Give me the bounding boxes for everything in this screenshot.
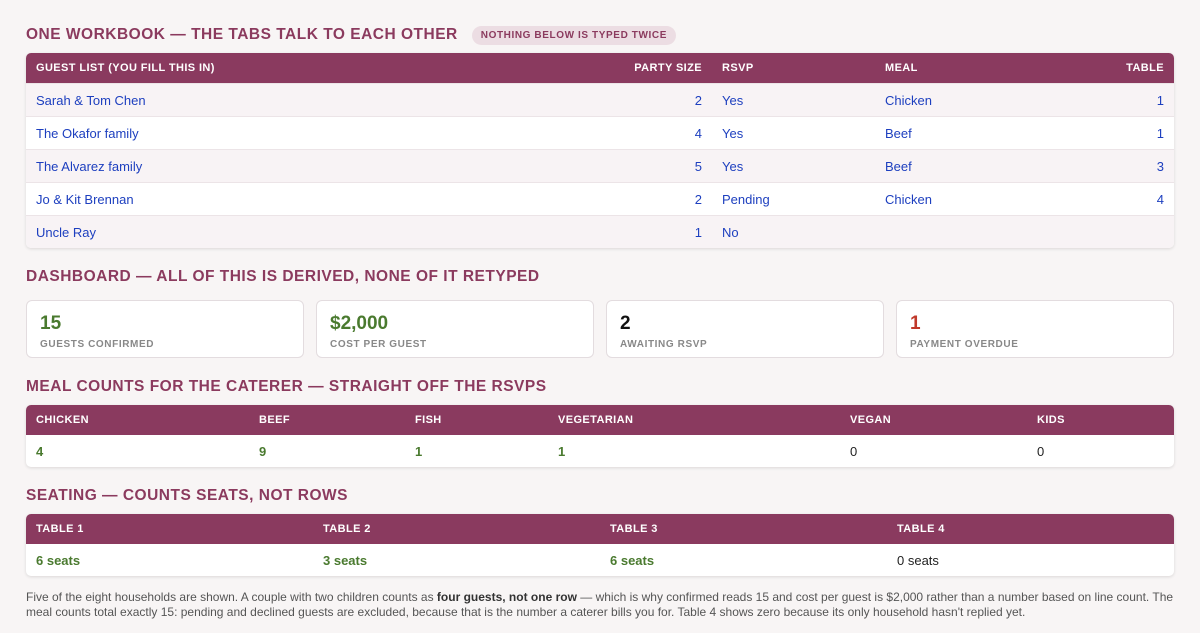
col-table-2[interactable]: TABLE 2: [313, 514, 600, 544]
col-rsvp[interactable]: RSVP: [712, 53, 875, 84]
table-2-seats-cell[interactable]: 3 seats: [313, 544, 600, 576]
table-row: Uncle Ray 1 No: [26, 215, 1174, 248]
kids-count-cell[interactable]: 0: [1027, 435, 1174, 467]
party-size-cell[interactable]: 5: [612, 149, 712, 183]
metric-value: 1: [910, 313, 921, 334]
metric-guests-confirmed: 15 GUESTS CONFIRMED: [26, 300, 304, 358]
metric-payment-overdue: 1 PAYMENT OVERDUE: [896, 300, 1174, 358]
table-3-seats-cell[interactable]: 6 seats: [600, 544, 887, 576]
guest-name-cell[interactable]: The Alvarez family: [26, 149, 612, 183]
meal-counts-table: CHICKEN BEEF FISH VEGETARIAN VEGAN KIDS …: [26, 405, 1174, 467]
dashboard-title: DASHBOARD — ALL OF THIS IS DERIVED, NONE…: [26, 268, 1174, 286]
seating-table-header: TABLE 1 TABLE 2 TABLE 3 TABLE 4: [26, 514, 1174, 544]
col-fish[interactable]: FISH: [405, 405, 548, 435]
seating-row: 6 seats 3 seats 6 seats 0 seats: [26, 544, 1174, 576]
guest-table-header: GUEST LIST (YOU FILL THIS IN) PARTY SIZE…: [26, 53, 1174, 84]
metric-label: COST PER GUEST: [330, 339, 427, 350]
meal-cell[interactable]: Beef: [875, 149, 1045, 183]
metric-value: 15: [40, 313, 62, 334]
metric-value: $2,000: [330, 313, 389, 334]
guest-name-cell[interactable]: Uncle Ray: [26, 215, 612, 248]
col-chicken[interactable]: CHICKEN: [26, 405, 249, 435]
meal-table-header: CHICKEN BEEF FISH VEGETARIAN VEGAN KIDS: [26, 405, 1174, 435]
table-row: The Alvarez family 5 Yes Beef 3: [26, 149, 1174, 183]
col-meal[interactable]: MEAL: [875, 53, 1045, 84]
col-party-size[interactable]: PARTY SIZE: [612, 53, 712, 84]
col-table-1[interactable]: TABLE 1: [26, 514, 313, 544]
meal-cell[interactable]: Chicken: [875, 83, 1045, 117]
rsvp-cell[interactable]: No: [712, 215, 875, 248]
rsvp-cell[interactable]: Yes: [712, 149, 875, 183]
note-text-part-1: Five of the eight households are shown. …: [26, 590, 437, 604]
meal-counts-title: MEAL COUNTS FOR THE CATERER — STRAIGHT O…: [26, 378, 1174, 396]
workbook-title-row: ONE WORKBOOK — THE TABS TALK TO EACH OTH…: [26, 25, 1174, 45]
seating-title: SEATING — COUNTS SEATS, NOT ROWS: [26, 487, 1174, 505]
col-vegetarian[interactable]: VEGETARIAN: [548, 405, 840, 435]
table-cell[interactable]: 1: [1045, 116, 1174, 150]
table-1-seats-cell[interactable]: 6 seats: [26, 544, 313, 576]
table-row: Jo & Kit Brennan 2 Pending Chicken 4: [26, 182, 1174, 216]
guest-name-cell[interactable]: Jo & Kit Brennan: [26, 182, 612, 216]
metric-cost-per-guest: $2,000 COST PER GUEST: [316, 300, 594, 358]
col-vegan[interactable]: VEGAN: [840, 405, 1027, 435]
guest-name-cell[interactable]: Sarah & Tom Chen: [26, 83, 612, 117]
rsvp-cell[interactable]: Yes: [712, 83, 875, 117]
rsvp-cell[interactable]: Yes: [712, 116, 875, 150]
page-title: ONE WORKBOOK — THE TABS TALK TO EACH OTH…: [26, 26, 458, 43]
meal-cell[interactable]: Beef: [875, 116, 1045, 150]
table-cell[interactable]: 4: [1045, 182, 1174, 216]
col-table[interactable]: TABLE: [1045, 53, 1174, 84]
party-size-cell[interactable]: 1: [612, 215, 712, 248]
table-cell[interactable]: 1: [1045, 83, 1174, 117]
col-table-3[interactable]: TABLE 3: [600, 514, 887, 544]
metric-label: AWAITING RSVP: [620, 339, 708, 350]
metric-label: GUESTS CONFIRMED: [40, 339, 155, 350]
metric-awaiting-rsvp: 2 AWAITING RSVP: [606, 300, 884, 358]
seating-title-text: SEATING — COUNTS SEATS, NOT ROWS: [26, 487, 348, 504]
party-size-cell[interactable]: 2: [612, 83, 712, 117]
table-4-seats-cell[interactable]: 0 seats: [887, 544, 1174, 576]
col-table-4[interactable]: TABLE 4: [887, 514, 1174, 544]
typed-once-badge: NOTHING BELOW IS TYPED TWICE: [471, 25, 676, 45]
dashboard-title-text: DASHBOARD — ALL OF THIS IS DERIVED, NONE…: [26, 268, 540, 285]
note-text-bold: four guests, not one row: [436, 590, 577, 604]
table-cell[interactable]: [1045, 215, 1174, 248]
guest-list-table: GUEST LIST (YOU FILL THIS IN) PARTY SIZE…: [26, 53, 1174, 248]
explanatory-note: Five of the eight households are shown. …: [26, 590, 1174, 620]
seating-table: TABLE 1 TABLE 2 TABLE 3 TABLE 4 6 seats …: [26, 514, 1174, 576]
table-row: Sarah & Tom Chen 2 Yes Chicken 1: [26, 83, 1174, 117]
party-size-cell[interactable]: 2: [612, 182, 712, 216]
vegan-count-cell[interactable]: 0: [840, 435, 1027, 467]
col-kids[interactable]: KIDS: [1027, 405, 1174, 435]
rsvp-cell[interactable]: Pending: [712, 182, 875, 216]
col-guest-list[interactable]: GUEST LIST (YOU FILL THIS IN): [26, 53, 612, 84]
vegetarian-count-cell[interactable]: 1: [548, 435, 840, 467]
meal-counts-row: 4 9 1 1 0 0: [26, 435, 1174, 467]
guest-name-cell[interactable]: The Okafor family: [26, 116, 612, 150]
col-beef[interactable]: BEEF: [249, 405, 405, 435]
dashboard-metrics: 15 GUESTS CONFIRMED $2,000 COST PER GUES…: [26, 300, 1174, 358]
meal-cell[interactable]: [875, 215, 1045, 248]
metric-value: 2: [620, 313, 631, 334]
metric-label: PAYMENT OVERDUE: [910, 339, 1019, 350]
party-size-cell[interactable]: 4: [612, 116, 712, 150]
chicken-count-cell[interactable]: 4: [26, 435, 249, 467]
meal-cell[interactable]: Chicken: [875, 182, 1045, 216]
fish-count-cell[interactable]: 1: [405, 435, 548, 467]
table-cell[interactable]: 3: [1045, 149, 1174, 183]
beef-count-cell[interactable]: 9: [249, 435, 405, 467]
meal-counts-title-text: MEAL COUNTS FOR THE CATERER — STRAIGHT O…: [26, 378, 547, 395]
table-row: The Okafor family 4 Yes Beef 1: [26, 116, 1174, 150]
